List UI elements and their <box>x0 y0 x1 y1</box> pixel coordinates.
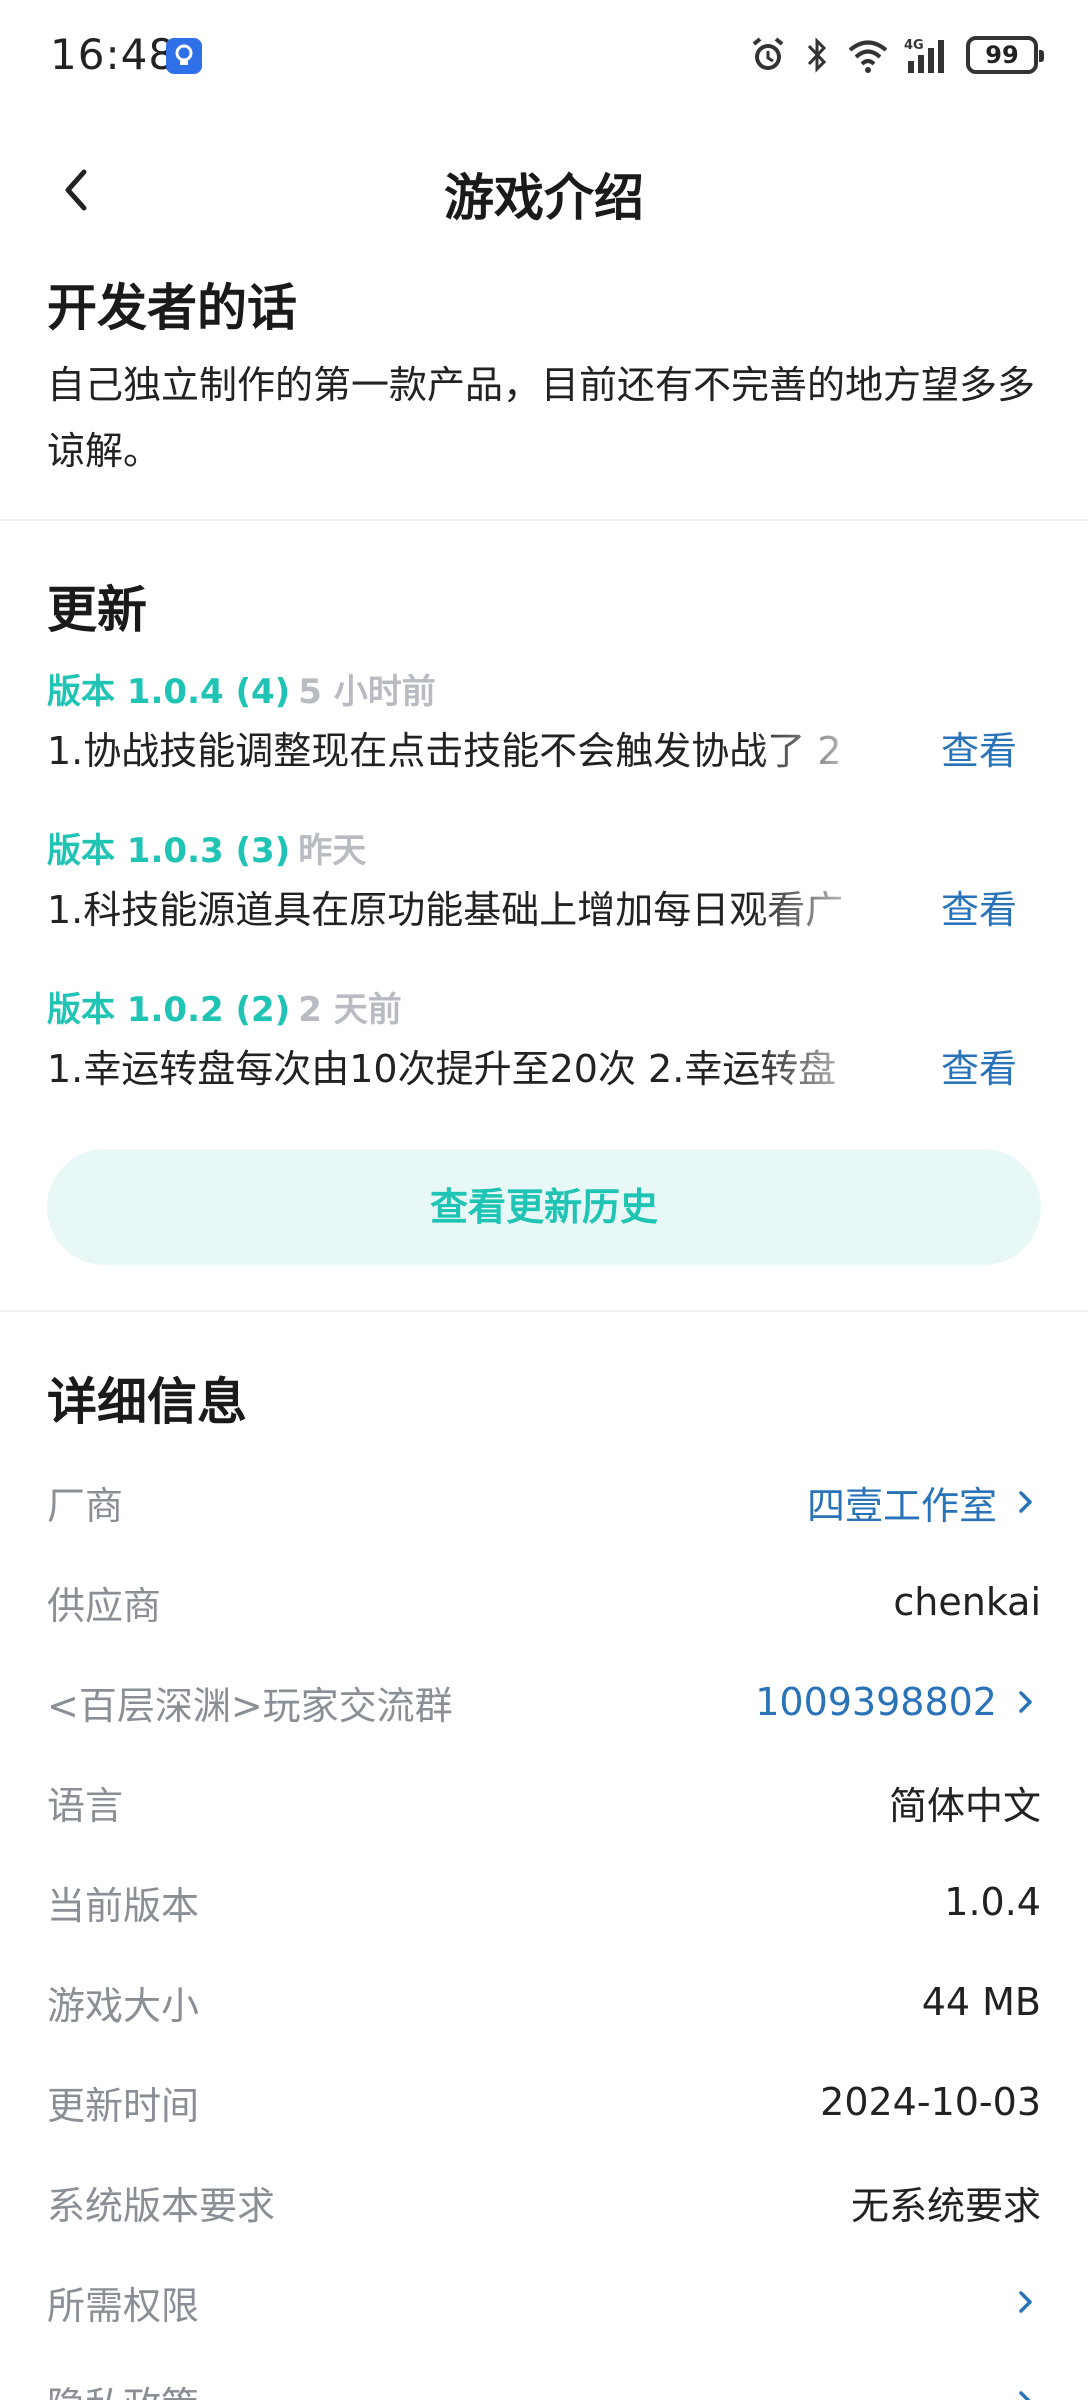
svg-text:4G: 4G <box>904 38 924 53</box>
info-row-language: 语言 简体中文 <box>47 1752 1041 1852</box>
chevron-right-icon <box>1019 1491 1032 1513</box>
info-value: 1.0.4 <box>944 1880 1041 1924</box>
info-label: 隐私政策 <box>47 2375 199 2400</box>
update-item: 版本 1.0.3 (3) 昨天 1.科技能源道具在原功能基础上增加每日观看广 查看 <box>47 823 1041 953</box>
status-time: 16:48 <box>50 30 177 79</box>
info-value: 44 MB <box>921 1980 1041 2024</box>
info-value[interactable] <box>1011 2387 1041 2400</box>
update-description: 1.科技能源道具在原功能基础上增加每日观看广 <box>47 888 844 932</box>
status-bar: 16:48 4G 99 <box>0 0 1088 112</box>
view-update-button[interactable]: 查看 <box>941 879 1017 934</box>
update-time: 2 天前 <box>298 990 402 1030</box>
battery-level: 99 <box>985 41 1019 69</box>
view-update-button[interactable]: 查看 <box>941 720 1017 775</box>
update-version-line: 版本 1.0.3 (3) 昨天 <box>47 823 366 872</box>
update-item: 版本 1.0.4 (4) 5 小时前 1.协战技能调整现在点击技能不会触发协战了 … <box>47 664 1041 794</box>
info-row-privacy-policy[interactable]: 隐私政策 <box>47 2352 1041 2400</box>
info-value: 2024-10-03 <box>820 2080 1041 2124</box>
developer-text: 自己独立制作的第一款产品，目前还有不完善的地方望多多谅解。 <box>47 363 1036 473</box>
chevron-right-icon <box>1019 1691 1032 1713</box>
alarm-icon <box>748 35 788 75</box>
divider <box>0 519 1088 521</box>
update-item: 版本 1.0.2 (2) 2 天前 1.幸运转盘每次由10次提升至20次 2.幸运… <box>47 982 1041 1112</box>
update-history-button[interactable]: 查看更新历史 <box>47 1149 1041 1265</box>
wifi-icon <box>846 35 890 75</box>
info-row-current-version: 当前版本 1.0.4 <box>47 1852 1041 1952</box>
developer-heading: 开发者的话 <box>47 279 297 337</box>
info-value[interactable]: 四壹工作室 <box>807 1475 1041 1530</box>
update-description: 1.幸运转盘每次由10次提升至20次 2.幸运转盘 <box>47 1047 837 1091</box>
info-label: 更新时间 <box>47 2083 200 2128</box>
info-value: chenkai <box>893 1580 1041 1624</box>
update-version: 版本 1.0.3 (3) <box>47 831 291 871</box>
bulb-icon <box>166 38 202 74</box>
page-title: 游戏介绍 <box>444 169 644 227</box>
info-label: 游戏大小 <box>47 1983 200 2028</box>
update-version-line: 版本 1.0.2 (2) 2 天前 <box>47 982 402 1031</box>
info-row-update-time: 更新时间 2024-10-03 <box>47 2052 1041 2152</box>
info-label: <百层深渊>玩家交流群 <box>47 1683 453 1728</box>
info-label: 供应商 <box>47 1583 162 1628</box>
info-value: 简体中文 <box>888 1783 1041 1828</box>
chevron-right-icon[interactable] <box>1011 2387 1041 2400</box>
info-label: 系统版本要求 <box>47 2183 276 2228</box>
view-update-button[interactable]: 查看 <box>941 1038 1017 1093</box>
info-value[interactable] <box>1011 2287 1041 2317</box>
info-row-system-requirement: 系统版本要求 无系统要求 <box>47 2152 1041 2252</box>
update-description: 1.协战技能调整现在点击技能不会触发协战了 2 <box>47 729 842 773</box>
info-value[interactable]: 1009398802 <box>755 1680 1041 1724</box>
battery-icon: 99 <box>966 36 1044 74</box>
info-row-player-group[interactable]: <百层深渊>玩家交流群 1009398802 <box>47 1652 1041 1752</box>
info-row-permissions[interactable]: 所需权限 <box>47 2252 1041 2352</box>
bluetooth-icon <box>802 35 832 75</box>
info-row-game-size: 游戏大小 44 MB <box>47 1952 1041 2052</box>
info-label: 厂商 <box>47 1483 124 1528</box>
chevron-right-icon[interactable] <box>1011 2287 1041 2317</box>
update-time: 5 小时前 <box>298 672 436 712</box>
info-value: 无系统要求 <box>850 2183 1041 2228</box>
updates-heading: 更新 <box>47 581 147 639</box>
update-version: 版本 1.0.4 (4) <box>47 672 291 712</box>
update-time: 昨天 <box>298 831 367 871</box>
info-label: 当前版本 <box>47 1883 200 1928</box>
divider <box>0 1310 1088 1312</box>
info-label: 语言 <box>47 1783 124 1828</box>
nav-bar: 游戏介绍 <box>0 140 1088 240</box>
details-heading: 详细信息 <box>47 1373 247 1431</box>
group-number-link[interactable]: 1009398802 <box>755 1680 997 1724</box>
info-label: 所需权限 <box>47 2283 200 2328</box>
update-version-line: 版本 1.0.4 (4) 5 小时前 <box>47 664 436 713</box>
vendor-link[interactable]: 四壹工作室 <box>807 1475 997 1530</box>
update-version: 版本 1.0.2 (2) <box>47 990 291 1030</box>
info-row-supplier: 供应商 chenkai <box>47 1552 1041 1652</box>
info-row-vendor[interactable]: 厂商 四壹工作室 <box>47 1452 1041 1552</box>
signal-icon: 4G <box>904 35 952 75</box>
